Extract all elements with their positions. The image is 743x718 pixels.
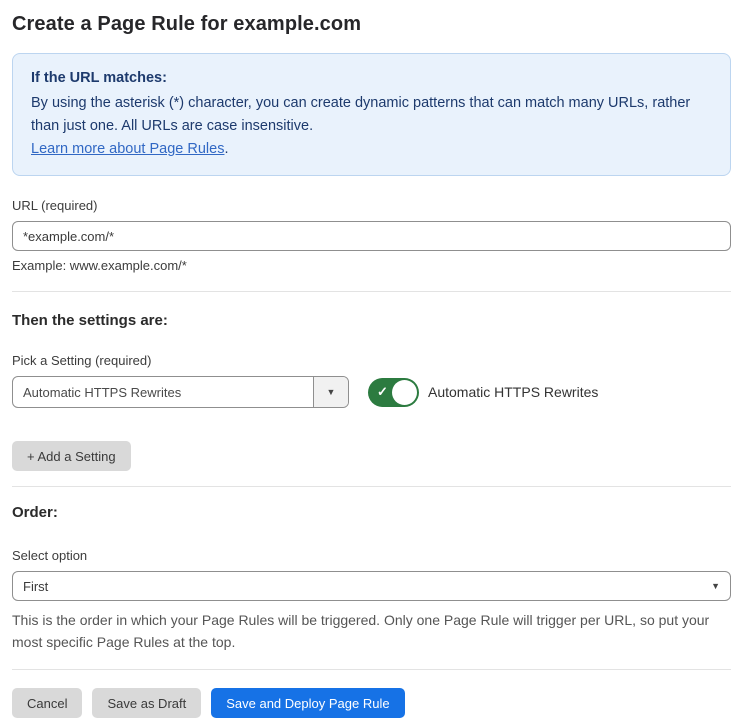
url-match-info-box: If the URL matches: By using the asteris… [12, 53, 731, 176]
chevron-down-icon: ▼ [711, 581, 720, 591]
page-title: Create a Page Rule for example.com [12, 13, 362, 35]
section-divider [12, 291, 731, 292]
save-draft-button[interactable]: Save as Draft [92, 688, 202, 718]
setting-picker-value: Automatic HTTPS Rewrites [23, 384, 182, 400]
learn-more-link[interactable]: Learn more about Page Rules [31, 141, 224, 157]
info-box-heading: If the URL matches: [31, 70, 167, 86]
settings-section-heading: Then the settings are: [12, 312, 168, 329]
add-setting-button[interactable]: + Add a Setting [12, 441, 131, 471]
order-select[interactable]: First ▼ [12, 571, 731, 601]
page-rule-form: Create a Page Rule for example.com If th… [0, 0, 743, 718]
dropdown-arrow-button[interactable]: ▼ [313, 377, 348, 407]
section-divider [12, 486, 731, 487]
chevron-down-icon: ▼ [326, 387, 336, 397]
url-field-label: URL (required) [12, 198, 98, 213]
cancel-button[interactable]: Cancel [12, 688, 83, 718]
url-field-hint: Example: www.example.com/* [12, 258, 187, 273]
url-input[interactable] [12, 221, 731, 251]
info-box-link-line: Learn more about Page Rules. [31, 138, 712, 161]
toggle-knob [392, 379, 417, 405]
save-deploy-button[interactable]: Save and Deploy Page Rule [211, 688, 405, 718]
order-section-heading: Order: [12, 504, 58, 521]
order-select-label: Select option [12, 548, 88, 563]
link-suffix: . [224, 141, 229, 157]
setting-row: Automatic HTTPS Rewrites ▼ ✓ Automatic H… [12, 376, 731, 408]
footer-button-row: Cancel Save as Draft Save and Deploy Pag… [12, 688, 731, 718]
setting-toggle-label: Automatic HTTPS Rewrites [428, 384, 599, 400]
setting-picker-dropdown[interactable]: Automatic HTTPS Rewrites ▼ [12, 376, 349, 408]
footer-divider [12, 669, 731, 670]
order-hint-text: This is the order in which your Page Rul… [12, 612, 710, 650]
info-box-body: By using the asterisk (*) character, you… [31, 95, 691, 134]
order-select-value: First [23, 578, 49, 594]
setting-toggle[interactable]: ✓ [368, 377, 419, 407]
setting-picker-label: Pick a Setting (required) [12, 353, 152, 368]
check-icon: ✓ [377, 384, 388, 399]
